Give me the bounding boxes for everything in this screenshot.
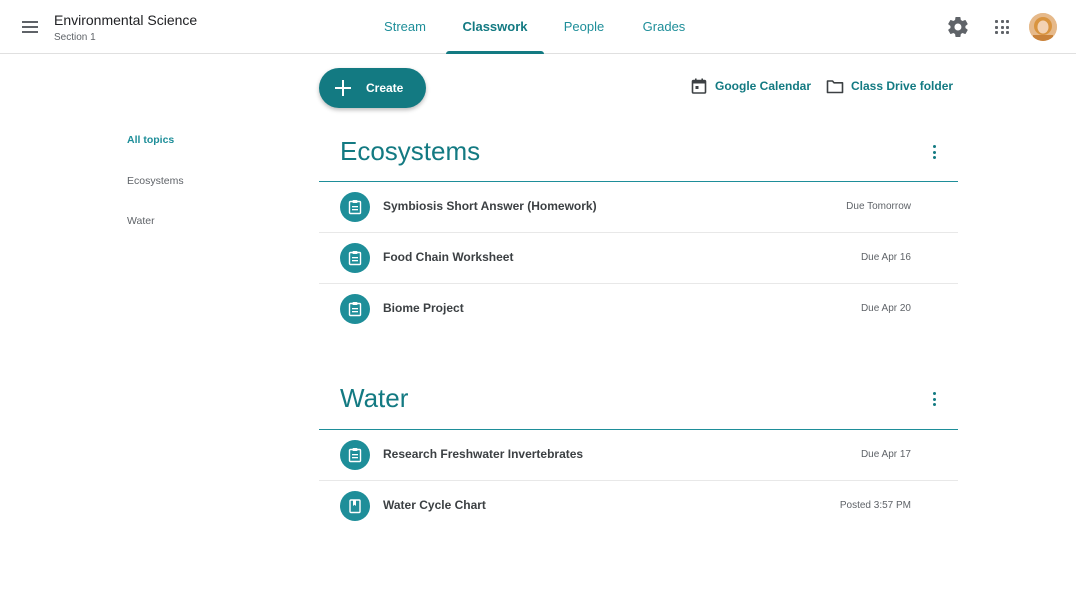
item-due-date: Due Tomorrow xyxy=(846,201,911,212)
sidebar-item-water[interactable]: Water xyxy=(127,215,155,227)
classwork-item[interactable]: Food Chain Worksheet Due Apr 16 xyxy=(319,233,958,284)
item-title: Food Chain Worksheet xyxy=(383,250,514,264)
tab-grades[interactable]: Grades xyxy=(634,0,694,54)
settings-gear-icon[interactable] xyxy=(946,15,970,39)
assignment-icon xyxy=(340,192,370,222)
folder-icon xyxy=(826,77,844,95)
topic-more-icon[interactable] xyxy=(925,142,945,162)
classwork-item[interactable]: Symbiosis Short Answer (Homework) Due To… xyxy=(319,182,958,233)
class-drive-folder-label: Class Drive folder xyxy=(851,79,954,93)
item-title: Biome Project xyxy=(383,301,464,315)
class-drive-folder-link[interactable]: Class Drive folder xyxy=(826,76,954,96)
tab-people[interactable]: People xyxy=(556,0,612,54)
item-due-date: Due Apr 16 xyxy=(860,252,911,263)
topic-title-ecosystems: Ecosystems xyxy=(340,136,481,166)
class-title[interactable]: Environmental Science xyxy=(54,12,197,28)
item-due-date: Due Apr 17 xyxy=(860,449,911,460)
top-app-bar: Environmental Science Section 1 Stream C… xyxy=(0,0,1076,54)
user-avatar[interactable] xyxy=(1029,13,1057,41)
google-calendar-link[interactable]: Google Calendar xyxy=(690,76,814,96)
assignment-icon xyxy=(340,243,370,273)
material-icon xyxy=(340,491,370,521)
topic-more-icon[interactable] xyxy=(925,389,945,409)
tab-stream[interactable]: Stream xyxy=(374,0,436,54)
class-section: Section 1 xyxy=(54,32,96,43)
sidebar-item-ecosystems[interactable]: Ecosystems xyxy=(127,175,184,187)
google-apps-icon[interactable] xyxy=(990,15,1014,39)
plus-icon xyxy=(333,78,353,98)
calendar-icon xyxy=(690,77,708,95)
topic-title-water: Water xyxy=(340,383,409,413)
item-title: Research Freshwater Invertebrates xyxy=(383,447,584,461)
main-menu-icon[interactable] xyxy=(18,15,42,39)
assignment-icon xyxy=(340,294,370,324)
create-button[interactable]: Create xyxy=(319,68,426,108)
item-due-date: Due Apr 20 xyxy=(860,303,911,314)
classwork-item[interactable]: Biome Project Due Apr 20 xyxy=(319,284,958,335)
google-calendar-label: Google Calendar xyxy=(715,79,812,93)
item-posted-time: Posted 3:57 PM xyxy=(839,500,911,511)
item-title: Symbiosis Short Answer (Homework) xyxy=(383,199,597,213)
sidebar-item-all-topics[interactable]: All topics xyxy=(127,134,174,146)
create-label: Create xyxy=(366,81,404,95)
item-title: Water Cycle Chart xyxy=(383,498,486,512)
classwork-item[interactable]: Research Freshwater Invertebrates Due Ap… xyxy=(319,430,958,481)
tab-classwork[interactable]: Classwork xyxy=(446,0,544,54)
classwork-item[interactable]: Water Cycle Chart Posted 3:57 PM xyxy=(319,481,958,532)
assignment-icon xyxy=(340,440,370,470)
